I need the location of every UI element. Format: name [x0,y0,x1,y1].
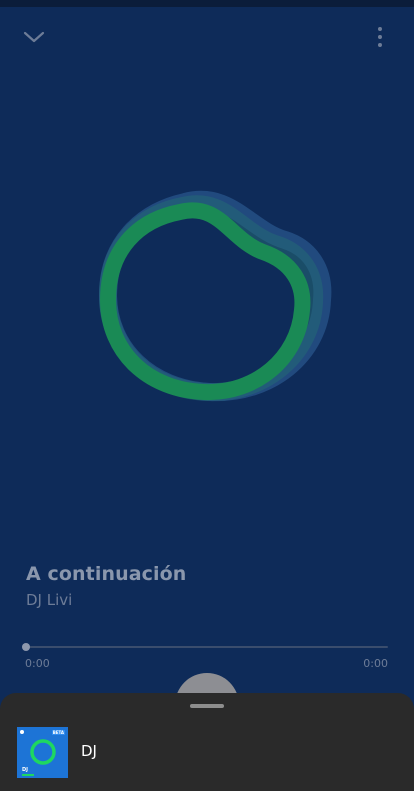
total-time: 0:00 [363,657,388,670]
dj-thumbnail: BETA DJ [17,727,68,778]
track-info: A continuación DJ Livi [26,563,366,609]
thumb-accent-bar [22,774,34,776]
track-artist[interactable]: DJ Livi [26,591,366,609]
dj-artwork [80,170,340,430]
queue-item[interactable]: BETA DJ DJ [17,727,397,779]
now-playing-screen: A continuación DJ Livi 0:00 0:00 BETA DJ… [0,0,414,791]
more-options-icon[interactable] [360,17,400,57]
chevron-down-icon[interactable] [14,17,54,57]
progress-bar[interactable] [22,642,388,652]
elapsed-time: 0:00 [25,657,50,670]
track-title: A continuación [26,563,187,585]
queue-item-title: DJ [81,742,97,760]
player-top-bar [0,7,414,67]
queue-sheet: BETA DJ DJ [0,693,414,791]
progress-knob[interactable] [22,643,30,651]
thumb-label: DJ [22,767,29,773]
progress-track [26,646,388,648]
status-bar [0,0,414,7]
sheet-drag-handle[interactable] [190,704,224,708]
